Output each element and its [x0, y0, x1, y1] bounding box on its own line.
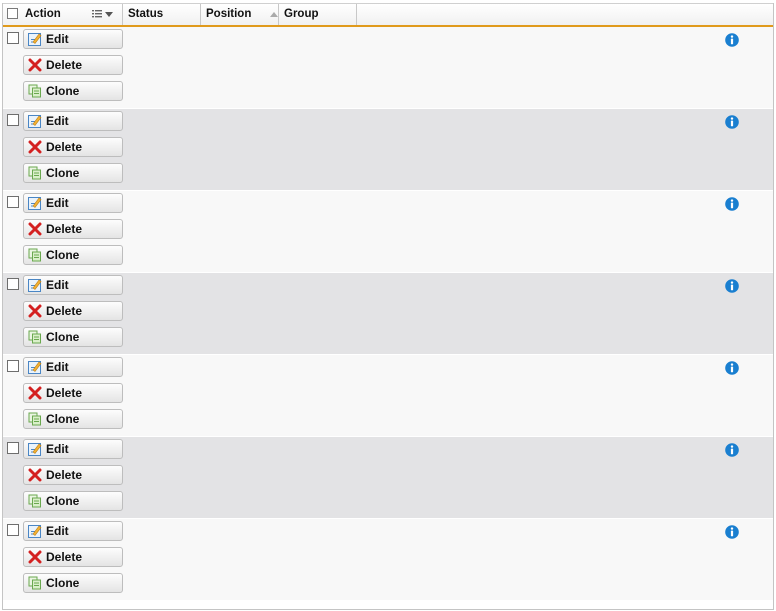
delete-icon	[28, 468, 42, 482]
column-header-position-label: Position	[206, 8, 252, 20]
table-row: Edit Delete Clone	[3, 519, 773, 601]
clone-button-label: Clone	[46, 412, 80, 426]
table-row: Edit Delete Clone	[3, 437, 773, 519]
delete-button-label: Delete	[46, 304, 83, 318]
select-all-checkbox[interactable]	[7, 8, 18, 19]
delete-button[interactable]: Delete	[23, 465, 123, 485]
clone-icon	[28, 84, 41, 98]
delete-button-label: Delete	[46, 58, 83, 72]
edit-icon	[28, 525, 42, 538]
delete-button[interactable]: Delete	[23, 547, 123, 567]
clone-icon	[28, 494, 41, 508]
table-row: Edit Delete Clone	[3, 191, 773, 273]
edit-button[interactable]: Edit	[23, 275, 123, 295]
column-header-group-label: Group	[284, 8, 319, 20]
edit-button[interactable]: Edit	[23, 29, 123, 49]
delete-icon	[28, 58, 42, 72]
clone-button-label: Clone	[46, 330, 80, 344]
row-checkbox[interactable]	[7, 114, 19, 126]
edit-button-label: Edit	[46, 360, 69, 374]
edit-button-label: Edit	[46, 114, 69, 128]
row-checkbox[interactable]	[7, 32, 19, 44]
table-row: Edit Delete Clone	[3, 27, 773, 109]
column-header-action-label: Action	[25, 8, 61, 20]
table-row: Edit Delete Clone	[3, 273, 773, 355]
clone-button[interactable]: Clone	[23, 573, 123, 593]
delete-button[interactable]: Delete	[23, 137, 123, 157]
info-icon[interactable]	[725, 279, 739, 293]
edit-button[interactable]: Edit	[23, 193, 123, 213]
edit-icon	[28, 443, 42, 456]
sort-ascending-icon[interactable]	[270, 12, 278, 17]
clone-button[interactable]: Clone	[23, 409, 123, 429]
clone-icon	[28, 576, 41, 590]
delete-button-label: Delete	[46, 222, 83, 236]
delete-icon	[28, 222, 42, 236]
info-icon[interactable]	[725, 115, 739, 129]
row-checkbox[interactable]	[7, 196, 19, 208]
clone-button-label: Clone	[46, 576, 80, 590]
edit-button[interactable]: Edit	[23, 357, 123, 377]
table-row: Edit Delete Clone	[3, 355, 773, 437]
info-icon[interactable]	[725, 525, 739, 539]
delete-button[interactable]: Delete	[23, 55, 123, 75]
column-header-status-label: Status	[128, 8, 164, 20]
delete-icon	[28, 550, 42, 564]
clone-button[interactable]: Clone	[23, 163, 123, 183]
clone-icon	[28, 166, 41, 180]
delete-icon	[28, 304, 42, 318]
info-icon[interactable]	[725, 197, 739, 211]
edit-icon	[28, 115, 42, 128]
row-checkbox[interactable]	[7, 524, 19, 536]
clone-button[interactable]: Clone	[23, 327, 123, 347]
info-icon[interactable]	[725, 33, 739, 47]
grid-header: Action Status Position Group	[3, 3, 773, 27]
records-grid: Action Status Position Group Edit Delete…	[2, 3, 774, 610]
clone-icon	[28, 248, 41, 262]
clone-icon	[28, 412, 41, 426]
edit-icon	[28, 361, 42, 374]
chevron-down-icon[interactable]	[105, 12, 113, 17]
clone-icon	[28, 330, 41, 344]
column-header-group[interactable]: Group	[279, 4, 357, 25]
clone-button[interactable]: Clone	[23, 491, 123, 511]
edit-icon	[28, 197, 42, 210]
delete-button-label: Delete	[46, 550, 83, 564]
clone-button-label: Clone	[46, 84, 80, 98]
delete-button[interactable]: Delete	[23, 219, 123, 239]
edit-button[interactable]: Edit	[23, 439, 123, 459]
delete-icon	[28, 140, 42, 154]
edit-button[interactable]: Edit	[23, 521, 123, 541]
edit-button-label: Edit	[46, 196, 69, 210]
edit-button-label: Edit	[46, 278, 69, 292]
column-header-position[interactable]: Position	[201, 4, 279, 25]
info-icon[interactable]	[725, 361, 739, 375]
table-row: Edit Delete Clone	[3, 109, 773, 191]
column-header-status[interactable]: Status	[123, 4, 201, 25]
info-icon[interactable]	[725, 443, 739, 457]
clone-button[interactable]: Clone	[23, 81, 123, 101]
clone-button-label: Clone	[46, 166, 80, 180]
clone-button[interactable]: Clone	[23, 245, 123, 265]
row-checkbox[interactable]	[7, 360, 19, 372]
clone-button-label: Clone	[46, 494, 80, 508]
delete-button[interactable]: Delete	[23, 383, 123, 403]
delete-icon	[28, 386, 42, 400]
edit-button[interactable]: Edit	[23, 111, 123, 131]
column-menu-icon[interactable]	[92, 9, 102, 19]
edit-button-label: Edit	[46, 32, 69, 46]
delete-button-label: Delete	[46, 468, 83, 482]
edit-button-label: Edit	[46, 524, 69, 538]
row-checkbox[interactable]	[7, 442, 19, 454]
delete-button-label: Delete	[46, 140, 83, 154]
edit-icon	[28, 33, 42, 46]
clone-button-label: Clone	[46, 248, 80, 262]
edit-icon	[28, 279, 42, 292]
edit-button-label: Edit	[46, 442, 69, 456]
delete-button[interactable]: Delete	[23, 301, 123, 321]
row-checkbox[interactable]	[7, 278, 19, 290]
grid-body: Edit Delete Clone Edit Delete Clone Edit…	[3, 27, 773, 601]
delete-button-label: Delete	[46, 386, 83, 400]
